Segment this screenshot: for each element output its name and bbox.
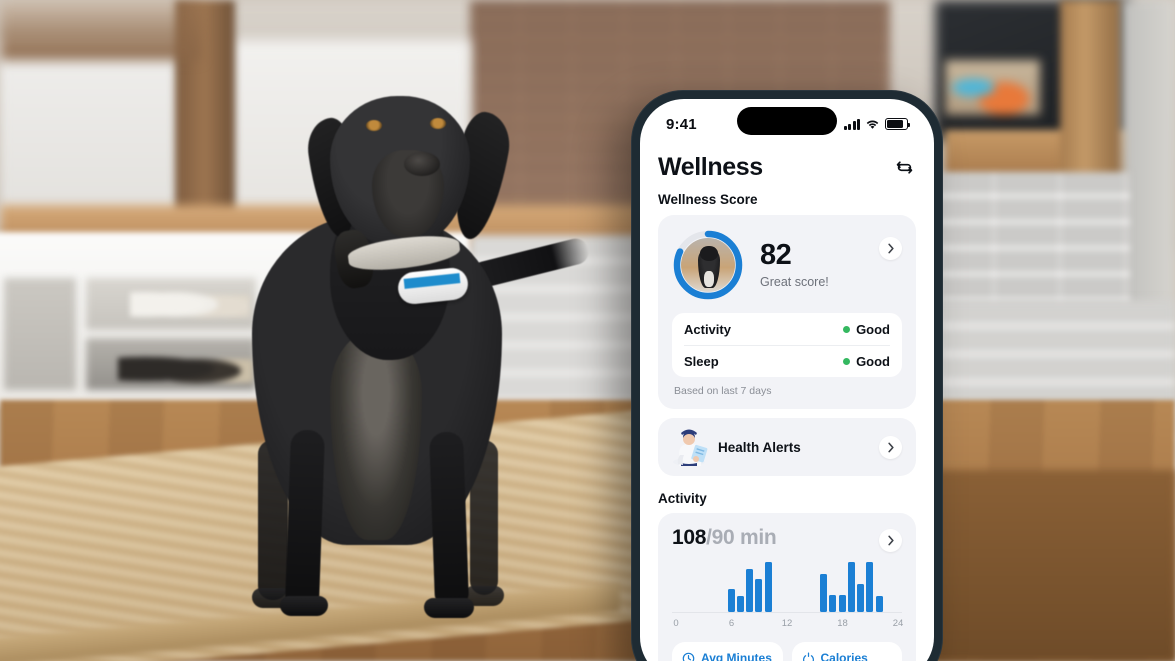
phone-device-frame: 9:41 Wellness Wellness Score 82 Great sc… [631,90,943,661]
refresh-icon[interactable] [893,156,916,179]
wellness-score-text: 82 Great score! [760,239,829,290]
activity-value: 108 [672,526,707,549]
status-bar-time: 9:41 [666,115,697,133]
activity-minutes: 108/90 min [672,526,902,550]
chart-bar [755,579,763,612]
chart-bar [829,594,837,612]
phone-screen: 9:41 Wellness Wellness Score 82 Great sc… [640,99,934,661]
page-title: Wellness [658,153,763,181]
wellness-score-ring [672,229,744,301]
chevron-right-icon [887,243,894,254]
shoes-lower-shelf [118,350,253,388]
chart-tick-label: 12 [781,618,793,629]
metric-status-label: Good [856,354,890,369]
chart-tick-label: 6 [728,618,735,629]
metric-status: Good [843,354,890,369]
chart-bar [875,596,883,612]
metric-row-sleep[interactable]: Sleep Good [684,345,890,377]
tab-calories[interactable]: Calories [791,642,902,661]
chart-bar [857,584,864,612]
dog-paw-front-left [280,596,328,616]
app-header: Wellness [658,151,916,190]
wellness-score-chevron[interactable] [879,237,902,260]
tab-label: Calories [820,651,868,661]
dog-front-leg-right [429,431,469,605]
status-dot-icon [843,358,851,365]
tab-avg-minutes[interactable]: Avg Minutes [672,642,783,661]
avatar-dog-head [700,246,718,261]
chart-bar [764,561,772,612]
dog-eye-right [430,118,446,129]
chart-bar [847,561,855,612]
health-alerts-chevron[interactable] [879,435,902,459]
chart-bar [736,596,744,612]
activity-chevron[interactable] [879,529,902,552]
wellness-score-card[interactable]: 82 Great score! Activity Good Sleep Good… [658,215,916,409]
chart-x-axis-ticks: 0 6 12 18 24 [672,618,904,632]
activity-card[interactable]: 108/90 min 0 6 12 18 24 Avg Minutes Calo… [658,513,916,661]
chevron-right-icon [887,535,894,546]
shoes-upper-shelf [130,290,250,326]
chart-axis-line [672,612,902,613]
wifi-icon [866,119,879,129]
background-panel-left [0,40,180,230]
background-shelf-items [945,60,1040,115]
dynamic-island [737,107,837,135]
chart-tick-label: 24 [892,618,904,629]
tab-label: Avg Minutes [701,651,772,661]
cabinet-compartment-1 [4,278,76,390]
metric-status-label: Good [856,321,890,337]
chart-bar [838,594,846,612]
wellness-score-label: Wellness Score [658,192,758,207]
chart-bar [727,589,735,612]
metric-label: Sleep [684,354,719,369]
metric-status: Good [843,322,890,337]
background-beam-top-left [0,0,200,60]
chevron-right-icon [887,442,894,452]
dog-eye-left [366,120,382,131]
chart-bar [866,561,874,612]
status-bar-icons [843,118,911,130]
screenshot-scene: 9:41 Wellness Wellness Score 82 Great sc… [0,0,1175,661]
status-dot-icon [843,325,851,333]
metric-label: Activity [684,321,731,337]
dog-avatar [681,238,735,292]
dog-front-leg-left [284,429,326,606]
activity-section-label: Activity [658,491,707,506]
chart-bars [672,560,902,612]
battery-icon [885,118,911,130]
metric-row-activity[interactable]: Activity Good [684,313,890,345]
app-content: Wellness Wellness Score 82 Great score! … [640,145,934,661]
health-alerts-title: Health Alerts [718,439,801,455]
wellness-metrics-list: Activity Good Sleep Good [672,313,902,377]
cellular-signal-icon [843,118,860,130]
flame-timer-icon [802,652,814,661]
clock-icon [682,652,695,661]
avatar-dog-chest [704,271,714,287]
dog-nose [404,152,440,176]
chart-tick-label: 0 [673,618,679,629]
activity-goal: /90 min [706,526,777,549]
wellness-score-caption: Great score! [760,275,829,289]
chart-bar [746,568,753,612]
wellness-footnote: Based on last 7 days [674,385,772,397]
chart-tick-label: 18 [837,618,848,629]
wellness-score-summary: 82 Great score! [672,229,902,301]
dog-paw-front-right [424,598,474,618]
veterinarian-illustration [666,426,712,468]
status-bar: 9:41 [640,99,934,145]
chart-bar [820,573,827,612]
wellness-score-value: 82 [760,239,792,271]
activity-bar-chart [672,560,902,618]
health-alerts-card[interactable]: Health Alerts [658,418,916,476]
activity-metric-tabs: Avg Minutes Calories [672,642,902,661]
